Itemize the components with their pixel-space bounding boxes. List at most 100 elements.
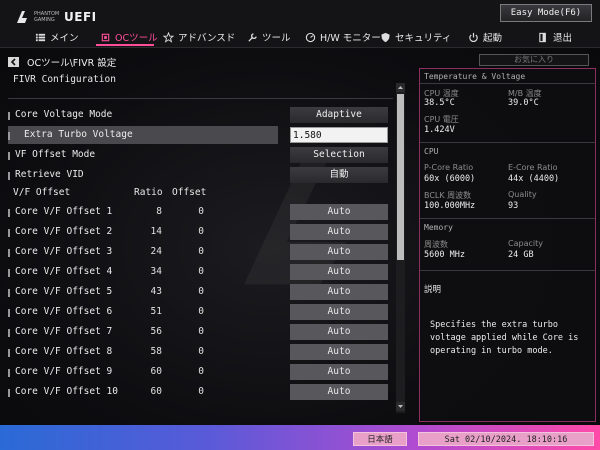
tab-oc-tool-label: OCツール: [115, 33, 158, 44]
core-voltage-mode-select[interactable]: Adaptive: [290, 107, 388, 123]
setting-extra-turbo-voltage[interactable]: Extra Turbo Voltage 1.580: [8, 126, 393, 146]
vf-offset-ratio: 60: [150, 386, 162, 397]
retrieve-vid-select[interactable]: 自動: [290, 167, 388, 183]
bclk-label: BCLK 周波数: [424, 191, 472, 200]
tab-hw-monitor[interactable]: H/W モニター: [305, 27, 381, 47]
memory-heading: Memory: [424, 223, 453, 232]
vf-offset-offset: 0: [198, 346, 204, 357]
section-title: FIVR Configuration: [13, 74, 116, 85]
vf-offset-row[interactable]: Core V/F Offset 8 58 0 Auto: [8, 343, 393, 363]
vf-offset-row[interactable]: Core V/F Offset 5 43 0 Auto: [8, 283, 393, 303]
logo: PHANTOM GAMING UEFI: [14, 8, 97, 26]
vf-offset-value-select[interactable]: Auto: [290, 224, 388, 240]
vf-offset-mode-select[interactable]: Selection: [290, 147, 388, 163]
tab-tool[interactable]: ツール: [247, 27, 291, 47]
ecore-ratio-value: 44x (4400): [508, 174, 560, 184]
vf-offset-ratio: 34: [150, 266, 162, 277]
info-divider: [420, 270, 595, 271]
vf-offset-value-select[interactable]: Auto: [290, 204, 388, 220]
header: PHANTOM GAMING UEFI Easy Mode(F6) メイン OC…: [0, 0, 600, 48]
cpu-temp-value: 38.5°C: [424, 98, 455, 108]
memory-capacity-value: 24 GB: [508, 250, 534, 260]
tab-main[interactable]: メイン: [35, 27, 79, 47]
setting-retrieve-vid[interactable]: Retrieve VID 自動: [8, 166, 393, 186]
info-panel: Temperature & Voltage CPU 温度 38.5°C M/B …: [419, 68, 596, 422]
vf-offset-ratio: 24: [150, 246, 162, 257]
tab-exit-label: 退出: [553, 33, 573, 44]
vf-offset-row[interactable]: Core V/F Offset 1 8 0 Auto: [8, 203, 393, 223]
vf-offset-table-header: V/F Offset Ratio Offset: [8, 184, 393, 204]
cpu-heading: CPU: [424, 147, 439, 156]
row-marker: [8, 309, 10, 317]
active-tab-indicator: [96, 44, 154, 46]
vf-offset-label: Core V/F Offset 6: [15, 306, 113, 317]
row-marker: [8, 349, 10, 357]
monitor-icon: [305, 32, 316, 42]
mb-temp-value: 39.0°C: [508, 98, 539, 108]
vf-offset-offset: 0: [198, 286, 204, 297]
easy-mode-button[interactable]: Easy Mode(F6): [500, 4, 592, 22]
vf-offset-value-select[interactable]: Auto: [290, 284, 388, 300]
bclk-value: 100.000MHz: [424, 201, 476, 211]
tab-tool-label: ツール: [262, 33, 291, 44]
memory-freq-value: 5600 MHz: [424, 250, 465, 260]
setting-label: Retrieve VID: [15, 169, 84, 180]
vf-offset-label: Core V/F Offset 9: [15, 366, 113, 377]
vf-offset-row[interactable]: Core V/F Offset 6 51 0 Auto: [8, 303, 393, 323]
setting-vf-offset-mode[interactable]: VF Offset Mode Selection: [8, 146, 393, 166]
tab-boot[interactable]: 起動: [468, 27, 502, 47]
setting-label: VF Offset Mode: [15, 149, 96, 160]
vf-offset-value-select[interactable]: Auto: [290, 344, 388, 360]
scrollbar-thumb[interactable]: [397, 94, 404, 260]
list-icon: [35, 33, 46, 41]
vf-offset-offset: 0: [198, 366, 204, 377]
back-button[interactable]: [8, 57, 19, 67]
language-button[interactable]: 日本語: [353, 432, 407, 446]
tab-security[interactable]: セキュリティ: [380, 27, 451, 47]
tab-exit[interactable]: 退出: [538, 27, 572, 47]
datetime-display[interactable]: Sat 02/10/2024. 18:10:16: [418, 432, 594, 446]
row-marker: [8, 112, 10, 120]
extra-turbo-voltage-input[interactable]: 1.580: [290, 127, 388, 143]
scroll-up-arrow-icon[interactable]: [396, 83, 405, 92]
vf-offset-row[interactable]: Core V/F Offset 10 60 0 Auto: [8, 383, 393, 403]
vf-offset-value-select[interactable]: Auto: [290, 244, 388, 260]
setting-core-voltage-mode[interactable]: Core Voltage Mode Adaptive: [8, 106, 393, 126]
vf-offset-row[interactable]: Core V/F Offset 2 14 0 Auto: [8, 223, 393, 243]
favorites-button[interactable]: お気に入り: [479, 54, 589, 66]
cpu-icon: [101, 33, 110, 41]
scroll-down-arrow-icon[interactable]: [396, 402, 405, 411]
vf-offset-value-select[interactable]: Auto: [290, 324, 388, 340]
row-marker: [8, 229, 10, 237]
breadcrumb: OCツール\FIVR 設定: [27, 58, 117, 69]
tab-advanced-label: アドバンスド: [178, 33, 236, 44]
row-marker: [8, 249, 10, 257]
vf-offset-label: Core V/F Offset 8: [15, 346, 113, 357]
vf-offset-value-select[interactable]: Auto: [290, 264, 388, 280]
vf-offset-ratio: 60: [150, 366, 162, 377]
phantom-gaming-logo-icon: [17, 11, 27, 23]
pcore-ratio-label: P-Core Ratio: [424, 163, 474, 172]
description-heading: 説明: [424, 285, 442, 295]
vf-offset-value-select[interactable]: Auto: [290, 304, 388, 320]
row-marker: [8, 152, 10, 160]
vf-offset-value-select[interactable]: Auto: [290, 384, 388, 400]
vf-offset-label: Core V/F Offset 4: [15, 266, 113, 277]
vf-offset-label: Core V/F Offset 1: [15, 206, 113, 217]
vf-offset-label: Core V/F Offset 3: [15, 246, 113, 257]
tab-advanced[interactable]: アドバンスド: [163, 27, 235, 47]
exit-icon: [539, 32, 546, 42]
info-divider: [420, 142, 595, 143]
tab-main-label: メイン: [50, 33, 79, 44]
vf-offset-row[interactable]: Core V/F Offset 4 34 0 Auto: [8, 263, 393, 283]
pcore-ratio-value: 60x (6000): [424, 174, 476, 184]
vf-offset-row[interactable]: Core V/F Offset 3 24 0 Auto: [8, 243, 393, 263]
vf-offset-ratio: 8: [156, 206, 162, 217]
row-marker: [8, 289, 10, 297]
vf-offset-row[interactable]: Core V/F Offset 7 56 0 Auto: [8, 323, 393, 343]
vf-offset-label: Core V/F Offset 5: [15, 286, 113, 297]
vf-offset-value-select[interactable]: Auto: [290, 364, 388, 380]
row-marker: [8, 269, 10, 277]
settings-list: FIVR Configuration Core Voltage Mode Ada…: [8, 70, 408, 415]
vf-offset-row[interactable]: Core V/F Offset 9 60 0 Auto: [8, 363, 393, 383]
